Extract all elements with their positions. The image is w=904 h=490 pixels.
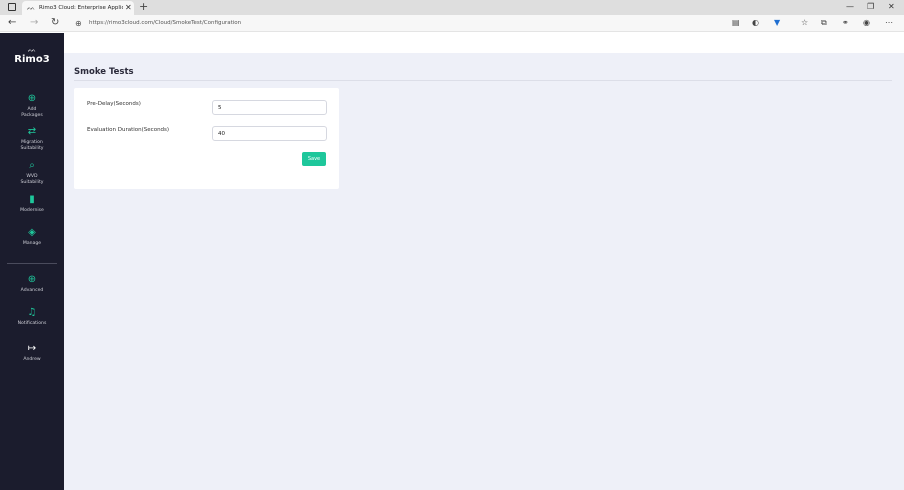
logo-mark-icon: ᨓ xyxy=(27,46,37,54)
evaluation-duration-input[interactable] xyxy=(212,126,327,141)
sidebar-item-label: Suitability xyxy=(20,180,44,185)
sidebar-item-notifications[interactable]: ♫ Notifications xyxy=(0,306,64,327)
back-button[interactable]: ← xyxy=(8,17,16,29)
sidebar-item-label: Packages xyxy=(21,113,43,118)
address-bar[interactable]: ⊕ https://rimo3cloud.com/Cloud/SmokeTest… xyxy=(68,17,722,30)
restore-button[interactable]: ❐ xyxy=(867,1,874,13)
url-text[interactable]: https://rimo3cloud.com/Cloud/SmokeTest/C… xyxy=(89,19,241,28)
refresh-button[interactable]: ↻ xyxy=(51,17,59,29)
save-button[interactable]: Save xyxy=(302,152,326,166)
layers-icon: ◈ xyxy=(28,227,36,238)
top-header-strip xyxy=(64,33,904,53)
favorites-icon[interactable]: ☆ xyxy=(801,17,808,29)
close-window-button[interactable]: ✕ xyxy=(888,1,895,13)
sidebar-item-label: Modernise xyxy=(20,208,44,213)
extension-icon[interactable]: ◐ xyxy=(752,17,759,29)
zoom-search-icon: ⌕ xyxy=(29,160,35,171)
reader-view-icon[interactable]: ▤ xyxy=(732,17,740,29)
sidebar-item-migration-suitability[interactable]: ⇄ Migration Suitability xyxy=(0,125,64,152)
sidebar-item-manage[interactable]: ◈ Manage xyxy=(0,226,64,247)
bar-chart-icon: ▮ xyxy=(29,194,35,205)
sidebar-item-label: Manage xyxy=(22,241,42,246)
sidebar-item-wvd-suitability[interactable]: ⌕ WVD Suitability xyxy=(0,159,64,186)
pinned-extension-icon[interactable]: ▼ xyxy=(774,17,780,29)
sidebar: ᨓ Rimo3 ⊕ Add Packages ⇄ Migration Suita… xyxy=(0,33,64,490)
minimize-button[interactable]: — xyxy=(846,1,854,13)
sidebar-item-user-account[interactable]: ↦ Andrew xyxy=(0,342,64,363)
new-tab-button[interactable]: + xyxy=(139,1,148,13)
globe-icon: ⊕ xyxy=(75,19,82,28)
sidebar-item-label: Suitability xyxy=(20,146,44,151)
sidebar-item-label: Advanced xyxy=(20,288,44,293)
forward-button[interactable]: → xyxy=(30,17,38,29)
profile-sync-icon[interactable]: ⚭ xyxy=(842,17,849,29)
main-content: Smoke Tests Pre-Delay(Seconds) Evaluatio… xyxy=(64,33,904,490)
browser-titlebar: ᨓ Rimo3 Cloud: Enterprise Applica ✕ + — … xyxy=(0,0,904,15)
rimo3-favicon-icon: ᨓ xyxy=(27,4,36,12)
tab-title: Rimo3 Cloud: Enterprise Applica xyxy=(39,5,123,11)
tab-close-icon[interactable]: ✕ xyxy=(125,3,132,12)
collections-icon[interactable]: ⧉ xyxy=(821,17,827,29)
sidebar-item-label: Andrew xyxy=(23,357,41,362)
page-title: Smoke Tests xyxy=(74,67,134,77)
sidebar-item-modernise[interactable]: ▮ Modernise xyxy=(0,193,64,214)
window-menu-icon[interactable] xyxy=(8,3,16,11)
evaluation-duration-label: Evaluation Duration(Seconds) xyxy=(87,127,170,133)
sidebar-item-add-packages[interactable]: ⊕ Add Packages xyxy=(0,92,64,119)
add-circle-icon: ⊕ xyxy=(27,93,37,104)
sidebar-item-advanced[interactable]: ⊕ Advanced xyxy=(0,273,64,294)
browser-toolbar: ← → ↻ ⊕ https://rimo3cloud.com/Cloud/Smo… xyxy=(0,15,904,32)
browser-tab[interactable]: ᨓ Rimo3 Cloud: Enterprise Applica ✕ xyxy=(22,1,134,15)
account-avatar-icon[interactable]: ◉ xyxy=(863,17,870,29)
sidebar-item-label: Notifications xyxy=(17,321,47,326)
title-divider xyxy=(74,80,892,81)
globe-icon: ⊕ xyxy=(27,274,37,285)
sign-out-icon: ↦ xyxy=(27,343,37,354)
rimo3-logo[interactable]: ᨓ Rimo3 xyxy=(0,47,64,66)
swap-arrows-icon: ⇄ xyxy=(27,126,37,137)
logo-text: Rimo3 xyxy=(14,54,50,65)
smoke-test-settings-card: Pre-Delay(Seconds) Evaluation Duration(S… xyxy=(74,88,339,189)
sidebar-divider xyxy=(7,263,57,264)
more-menu-icon[interactable]: ⋯ xyxy=(885,17,893,29)
bell-icon: ♫ xyxy=(27,307,37,318)
pre-delay-input[interactable] xyxy=(212,100,327,115)
pre-delay-label: Pre-Delay(Seconds) xyxy=(87,101,141,107)
